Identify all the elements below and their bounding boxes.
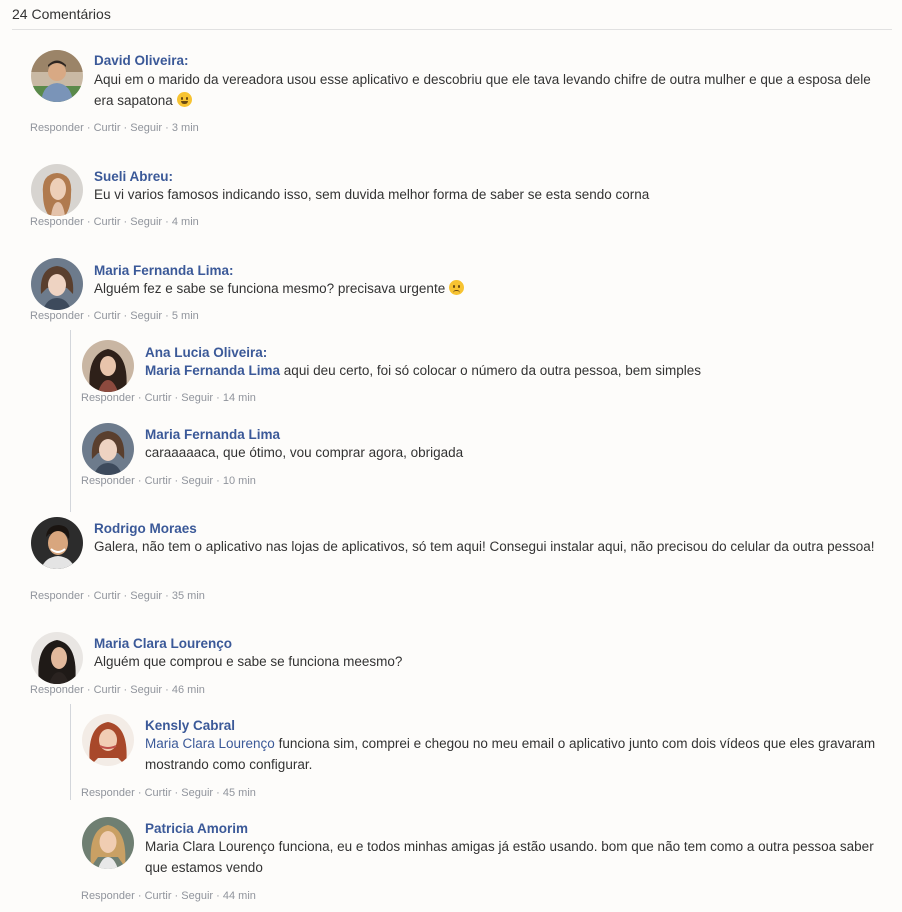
comment-text: Maria Clara Lourenço funciona sim, compr… [145, 736, 876, 772]
reply-link[interactable]: Responder [81, 787, 135, 799]
reply-link[interactable]: Responder [81, 890, 135, 902]
follow-link[interactable]: Seguir [130, 590, 162, 602]
comment-timestamp: 4 min [171, 216, 199, 228]
comment-author[interactable]: Rodrigo Moraes [94, 521, 197, 536]
comment-author[interactable]: Maria Clara Lourenço [94, 636, 232, 651]
reply-thread-line [70, 704, 71, 800]
like-link[interactable]: Curtir [94, 590, 121, 602]
reply-link[interactable]: Responder [81, 392, 135, 404]
comments-count-header: 24 Comentários [12, 6, 892, 30]
comment-author[interactable]: Kensly Cabral [145, 718, 235, 733]
reply-link[interactable]: Responder [30, 122, 84, 134]
like-link[interactable]: Curtir [145, 787, 172, 799]
comment-actions: Responder · Curtir · Seguir · 14 min [81, 392, 256, 404]
like-link[interactable]: Curtir [94, 684, 121, 696]
comment-actions: Responder · Curtir · Seguir · 44 min [81, 890, 256, 902]
avatar[interactable] [82, 714, 134, 766]
comment-actions: Responder · Curtir · Seguir · 4 min [30, 216, 199, 228]
comment-text: caraaaaaca, que ótimo, vou comprar agora… [145, 445, 464, 460]
mention-link[interactable]: Maria Clara Lourenço [145, 736, 275, 751]
comment-text: Eu vi varios famosos indicando isso, sem… [94, 187, 650, 202]
reply-thread-line [70, 330, 71, 512]
comment-timestamp: 10 min [222, 475, 256, 487]
comment-actions: Responder · Curtir · Seguir · 45 min [81, 787, 256, 799]
like-link[interactable]: Curtir [94, 310, 121, 322]
reply-link[interactable]: Responder [30, 216, 84, 228]
comment-text: Alguém fez e sabe se funciona mesmo? pre… [94, 278, 884, 299]
mention-link[interactable]: Maria Fernanda Lima [145, 363, 280, 378]
comment-timestamp: 44 min [222, 890, 256, 902]
comment-timestamp: 45 min [222, 787, 256, 799]
comment-timestamp: 14 min [222, 392, 256, 404]
avatar[interactable] [31, 258, 83, 310]
reply-link[interactable]: Responder [30, 590, 84, 602]
comment-text: Maria Fernanda Lima aqui deu certo, foi … [145, 363, 702, 378]
comment-actions: Responder · Curtir · Seguir · 5 min [30, 310, 199, 322]
comment-actions: Responder · Curtir · Seguir · 46 min [30, 684, 205, 696]
comment-author[interactable]: Maria Fernanda Lima: [94, 263, 234, 278]
comment-author[interactable]: Sueli Abreu: [94, 169, 173, 184]
reply-link[interactable]: Responder [30, 310, 84, 322]
like-link[interactable]: Curtir [145, 475, 172, 487]
follow-link[interactable]: Seguir [130, 310, 162, 322]
comment-timestamp: 5 min [171, 310, 199, 322]
avatar[interactable] [82, 340, 134, 392]
avatar[interactable] [82, 817, 134, 869]
comment-author[interactable]: Ana Lucia Oliveira: [145, 345, 267, 360]
follow-link[interactable]: Seguir [181, 475, 213, 487]
comment-timestamp: 46 min [171, 684, 205, 696]
comment-timestamp: 35 min [171, 590, 205, 602]
comment-text: Aqui em o marido da vereadora usou esse … [94, 72, 871, 108]
comment-text: Galera, não tem o aplicativo nas lojas d… [94, 539, 875, 554]
comment-actions: Responder · Curtir · Seguir · 3 min [30, 122, 199, 134]
comment-author[interactable]: Patricia Amorim [145, 821, 248, 836]
follow-link[interactable]: Seguir [181, 890, 213, 902]
follow-link[interactable]: Seguir [130, 122, 162, 134]
follow-link[interactable]: Seguir [130, 684, 162, 696]
sad-face-icon [448, 280, 464, 295]
avatar[interactable] [31, 164, 83, 216]
follow-link[interactable]: Seguir [130, 216, 162, 228]
comment-text: Maria Clara Lourenço funciona, eu e todo… [145, 839, 874, 875]
comment-timestamp: 3 min [171, 122, 199, 134]
comment-text: Alguém que comprou e sabe se funciona me… [94, 654, 403, 669]
avatar[interactable] [82, 423, 134, 475]
avatar[interactable] [31, 50, 83, 102]
like-link[interactable]: Curtir [145, 392, 172, 404]
like-link[interactable]: Curtir [94, 122, 121, 134]
laugh-tears-icon [176, 92, 192, 107]
follow-link[interactable]: Seguir [181, 392, 213, 404]
like-link[interactable]: Curtir [94, 216, 121, 228]
comment-author[interactable]: Maria Fernanda Lima [145, 427, 280, 442]
like-link[interactable]: Curtir [145, 890, 172, 902]
follow-link[interactable]: Seguir [181, 787, 213, 799]
avatar[interactable] [31, 632, 83, 684]
avatar[interactable] [31, 517, 83, 569]
reply-link[interactable]: Responder [81, 475, 135, 487]
comment-actions: Responder · Curtir · Seguir · 35 min [30, 590, 205, 602]
comment-author[interactable]: David Oliveira: [94, 53, 189, 68]
reply-link[interactable]: Responder [30, 684, 84, 696]
comment-actions: Responder · Curtir · Seguir · 10 min [81, 475, 256, 487]
